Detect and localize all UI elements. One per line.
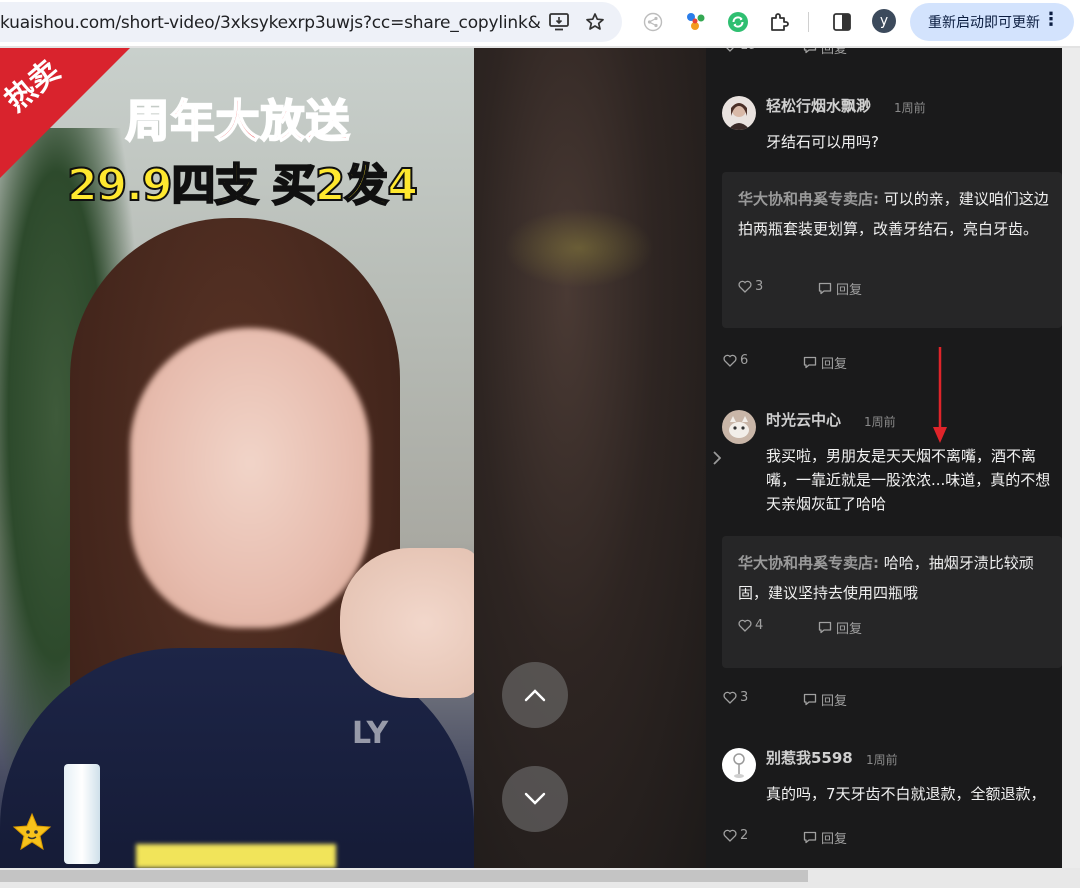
reply-bubble-icon: [803, 48, 817, 54]
comment-author[interactable]: 轻松行烟水飘渺: [766, 96, 871, 116]
heart-icon: [723, 354, 737, 367]
video-backdrop: [474, 48, 706, 868]
comment-time: 1周前: [864, 415, 896, 429]
reply-author[interactable]: 华大协和冉奚专卖店:: [738, 190, 879, 208]
like-count: 4: [755, 618, 764, 633]
like-button[interactable]: 19: [723, 48, 757, 53]
like-count: 2: [740, 828, 749, 843]
promo-title: 周年大放送: [125, 95, 351, 148]
video-person-hand: [340, 548, 474, 698]
comment-item: 别惹我5598 1周前 真的吗，7天牙齿不白就退款，全额退款， 2 回复: [706, 748, 1062, 858]
extension-refresh-icon[interactable]: [726, 10, 750, 34]
previous-video-button[interactable]: [502, 662, 568, 728]
heart-icon: [726, 48, 734, 52]
like-count: 3: [755, 279, 764, 294]
url-text[interactable]: kuaishou.com/short-video/3xksykexrp3uwjs…: [0, 13, 540, 33]
red-annotation-arrow-icon: [920, 345, 960, 449]
extension-colorful-icon[interactable]: [684, 10, 708, 34]
reply-button[interactable]: 回复: [803, 353, 847, 372]
reply-bubble-icon: [818, 282, 832, 295]
avatar[interactable]: [722, 410, 756, 444]
comments-panel[interactable]: 19 回复 轻松行烟水飘渺 1周前 牙结石可以用吗? 华大协和冉奚专卖店: 可以…: [706, 48, 1062, 868]
side-panel-icon[interactable]: [830, 10, 854, 34]
reply-button[interactable]: 回复: [803, 690, 847, 709]
comment-text: 牙结石可以用吗?: [766, 133, 879, 151]
toolbar-divider: [808, 12, 809, 32]
video-subtitle-blurred: [136, 844, 336, 868]
like-count: 19: [740, 48, 757, 53]
reply-content: 华大协和冉奚专卖店: 可以的亲，建议咱们这边拍两瓶套装更划算，改善牙结石，亮白牙…: [738, 184, 1056, 244]
menu-dots-icon[interactable]: ⋮: [1042, 11, 1060, 29]
reply-item: 华大协和冉奚专卖店: 哈哈，抽烟牙渍比较顽固，建议坚持去使用四瓶哦 4 回复: [722, 536, 1062, 668]
reply-label: 回复: [821, 357, 848, 372]
next-video-button[interactable]: [502, 766, 568, 832]
reply-label: 回复: [821, 694, 848, 709]
vertical-scrollbar[interactable]: [1062, 48, 1080, 868]
share-icon[interactable]: [642, 11, 664, 33]
reply-button[interactable]: 回复: [818, 618, 862, 637]
like-count: 6: [740, 353, 749, 368]
bookmark-star-icon[interactable]: [584, 11, 606, 33]
comment-text: 天亲烟灰缸了哈哈: [766, 495, 887, 513]
browser-toolbar: kuaishou.com/short-video/3xksykexrp3uwjs…: [0, 0, 1080, 46]
reply-button[interactable]: 回复: [803, 48, 847, 57]
reply-content: 华大协和冉奚专卖店: 哈哈，抽烟牙渍比较顽固，建议坚持去使用四瓶哦: [738, 548, 1056, 608]
chevron-up-icon: [524, 689, 546, 702]
comment-time: 1周前: [894, 101, 926, 115]
reply-author[interactable]: 华大协和冉奚专卖店:: [738, 554, 879, 572]
reply-button[interactable]: 回复: [818, 279, 862, 298]
reply-label: 回复: [821, 48, 848, 57]
update-restart-button[interactable]: 重新启动即可更新 ⋮: [910, 3, 1074, 41]
comment-actions-partial: 19 回复: [723, 48, 923, 58]
install-app-icon[interactable]: [548, 11, 570, 33]
reply-label: 回复: [821, 832, 848, 847]
video-player[interactable]: 热卖 周年大放送 29.9四支 买2发4 LY: [0, 48, 474, 868]
update-label: 重新启动即可更新: [928, 15, 1040, 31]
like-button[interactable]: 3: [723, 690, 748, 705]
reply-actions: 3 回复: [738, 279, 938, 299]
video-watermark: LY: [352, 716, 389, 751]
like-button[interactable]: 2: [723, 828, 748, 843]
comment-time: 1周前: [866, 753, 898, 767]
comment-text: 真的吗，7天牙齿不白就退款，全额退款，: [766, 785, 1046, 803]
heart-icon: [738, 280, 752, 293]
comment-author[interactable]: 别惹我5598: [766, 748, 853, 768]
reply-button[interactable]: 回复: [803, 828, 847, 847]
star-mascot-icon: [12, 812, 52, 856]
comment-item: 轻松行烟水飘渺 1周前 牙结石可以用吗? 华大协和冉奚专卖店: 可以的亲，建议咱…: [706, 96, 1062, 376]
reply-bubble-icon: [803, 356, 817, 369]
comment-actions: 2 回复: [723, 828, 923, 848]
reply-label: 回复: [836, 622, 863, 637]
reply-item: 华大协和冉奚专卖店: 可以的亲，建议咱们这边拍两瓶套装更划算，改善牙结石，亮白牙…: [722, 172, 1062, 328]
like-button[interactable]: 4: [738, 618, 763, 633]
address-bar[interactable]: kuaishou.com/short-video/3xksykexrp3uwjs…: [0, 2, 622, 42]
avatar[interactable]: [722, 748, 756, 782]
heart-icon: [738, 619, 752, 632]
comment-item: 时光云中心 1周前 我买啦，男朋友是天天烟不离嘴，酒不离 嘴，一靠近就是一股浓浓…: [706, 410, 1062, 710]
comment-text: 嘴，一靠近就是一股浓浓...味道，真的不想: [766, 471, 1051, 489]
heart-icon: [723, 691, 737, 704]
like-button[interactable]: 6: [723, 353, 748, 368]
profile-avatar[interactable]: y: [872, 9, 896, 33]
heart-icon: [723, 829, 737, 842]
backdrop-glow: [504, 208, 654, 288]
comment-actions: 3 回复: [723, 690, 923, 710]
video-person-face-blurred: [130, 328, 370, 628]
product-tube: [64, 764, 100, 864]
reply-actions: 4 回复: [738, 618, 938, 638]
horizontal-scrollbar-thumb[interactable]: [0, 870, 808, 882]
comment-text: 我买啦，男朋友是天天烟不离嘴，酒不离: [766, 447, 1037, 465]
like-button[interactable]: 3: [738, 279, 763, 294]
chevron-down-icon: [524, 792, 546, 805]
like-count: 3: [740, 690, 749, 705]
reply-label: 回复: [836, 283, 863, 298]
reply-bubble-icon: [818, 621, 832, 634]
promo-price: 29.9四支 买2发4: [66, 159, 419, 212]
comment-actions: 6 回复: [723, 353, 923, 373]
reply-bubble-icon: [803, 693, 817, 706]
extensions-puzzle-icon[interactable]: [768, 10, 792, 34]
avatar[interactable]: [722, 96, 756, 130]
comment-author[interactable]: 时光云中心: [766, 410, 841, 430]
reply-bubble-icon: [803, 831, 817, 844]
